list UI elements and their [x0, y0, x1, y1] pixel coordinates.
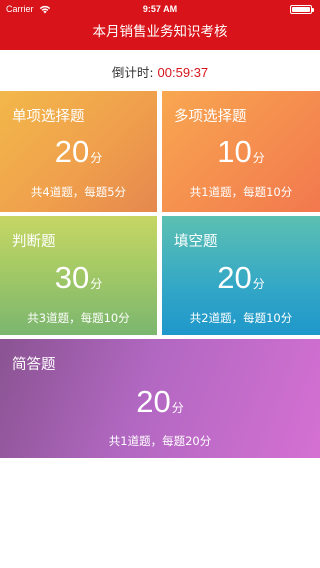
countdown-label: 倒计时:	[111, 65, 154, 80]
score-value: 30	[54, 260, 90, 295]
nav-bar: 本月销售业务知识考核	[0, 20, 320, 50]
card-description: 共3道题，每题10分	[27, 311, 130, 325]
card-score: 30分	[0, 260, 157, 296]
card-score: 20分	[0, 384, 320, 420]
card-title: 简答题	[12, 357, 56, 373]
countdown-timer: 倒计时: 00:59:37	[0, 62, 320, 81]
card-true-false[interactable]: 判断题 30分 共3道题，每题10分	[0, 216, 157, 335]
score-value: 10	[217, 134, 252, 169]
countdown-value: 00:59:37	[157, 65, 209, 80]
battery-icon	[290, 5, 314, 14]
status-bar: Carrier 9:57 AM	[0, 0, 320, 20]
card-title: 单项选择题	[12, 109, 85, 125]
card-title: 判断题	[12, 234, 56, 250]
card-title: 多项选择题	[174, 109, 247, 125]
status-time: 9:57 AM	[142, 4, 178, 14]
card-fill-in-blank[interactable]: 填空题 20分 共2道题，每题10分	[162, 216, 320, 335]
card-score: 20分	[0, 134, 157, 170]
battery-tip	[312, 8, 314, 12]
card-score: 20分	[162, 260, 320, 296]
score-value: 20	[136, 384, 171, 419]
battery-fill	[292, 7, 310, 12]
score-unit: 分	[171, 401, 184, 415]
card-description: 共1道题，每题10分	[189, 185, 293, 199]
card-single-choice[interactable]: 单项选择题 20分 共4道题，每题5分	[0, 91, 157, 212]
card-score: 10分	[162, 134, 320, 170]
card-description: 共1道题，每题20分	[108, 434, 212, 448]
card-title: 填空题	[174, 234, 218, 250]
score-unit: 分	[252, 151, 265, 165]
score-unit: 分	[252, 277, 265, 291]
score-unit: 分	[90, 151, 103, 165]
card-short-answer[interactable]: 简答题 20分 共1道题，每题20分	[0, 339, 320, 458]
card-description: 共2道题，每题10分	[189, 311, 293, 325]
score-unit: 分	[90, 277, 103, 291]
card-multiple-choice[interactable]: 多项选择题 10分 共1道题，每题10分	[162, 91, 320, 212]
score-value: 20	[217, 260, 252, 295]
card-description: 共4道题，每题5分	[30, 185, 127, 199]
page-title: 本月销售业务知识考核	[92, 24, 228, 40]
score-value: 20	[54, 134, 90, 169]
